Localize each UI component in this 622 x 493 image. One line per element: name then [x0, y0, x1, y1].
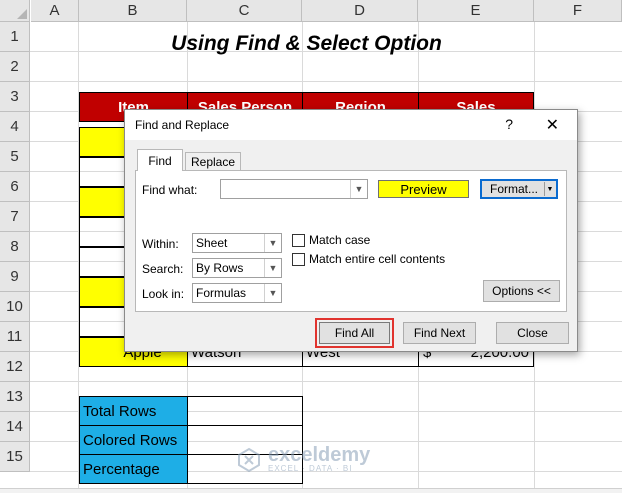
chevron-down-icon[interactable]: ▼: [264, 284, 281, 302]
column-header-f[interactable]: F: [534, 0, 622, 22]
summary-label-total-rows[interactable]: Total Rows: [79, 396, 188, 426]
help-icon[interactable]: ?: [505, 116, 513, 132]
look-in-select[interactable]: Formulas ▼: [192, 283, 282, 303]
match-entire-label: Match entire cell contents: [309, 252, 446, 266]
row-header-2[interactable]: 2: [0, 52, 30, 82]
within-value: Sheet: [196, 236, 228, 250]
format-button[interactable]: Format... ▼: [480, 179, 558, 199]
format-button-label: Format...: [490, 182, 539, 196]
search-label: Search:: [142, 262, 184, 276]
row-header-6[interactable]: 6: [0, 172, 30, 202]
within-label: Within:: [142, 237, 179, 251]
row-header-9[interactable]: 9: [0, 262, 30, 292]
row-header-5[interactable]: 5: [0, 142, 30, 172]
tab-replace[interactable]: Replace: [185, 152, 241, 171]
search-select[interactable]: By Rows ▼: [192, 258, 282, 278]
match-case-checkbox[interactable]: Match case: [292, 233, 370, 247]
column-header-c[interactable]: C: [187, 0, 302, 22]
summary-label-percentage[interactable]: Percentage: [79, 454, 188, 484]
exceldemy-logo-icon: [238, 447, 260, 472]
dialog-titlebar[interactable]: Find and Replace ? ✕: [125, 110, 577, 140]
chevron-down-icon[interactable]: ▼: [264, 234, 281, 252]
chevron-down-icon[interactable]: ▼: [544, 182, 555, 196]
row-header-13[interactable]: 13: [0, 382, 30, 412]
row-header-1[interactable]: 1: [0, 22, 30, 52]
row-header-4[interactable]: 4: [0, 112, 30, 142]
summary-label-colored-rows[interactable]: Colored Rows: [79, 425, 188, 455]
column-header-a[interactable]: A: [31, 0, 79, 22]
column-header-d[interactable]: D: [302, 0, 418, 22]
format-preview: Preview: [378, 180, 469, 198]
summary-value-total-rows[interactable]: [187, 396, 303, 426]
close-icon[interactable]: ✕: [546, 115, 559, 135]
exceldemy-watermark: exceldemy EXCEL · DATA · BI: [236, 444, 371, 473]
find-next-button[interactable]: Find Next: [403, 322, 476, 344]
column-header-b[interactable]: B: [79, 0, 187, 22]
look-in-value: Formulas: [196, 286, 247, 300]
watermark-name: exceldemy: [268, 444, 371, 466]
select-all-corner[interactable]: [0, 0, 30, 22]
chevron-down-icon[interactable]: ▼: [264, 259, 281, 277]
chevron-down-icon[interactable]: ▼: [350, 180, 367, 198]
within-select[interactable]: Sheet ▼: [192, 233, 282, 253]
row-header-14[interactable]: 14: [0, 412, 30, 442]
row-header-12[interactable]: 12: [0, 352, 30, 382]
search-value: By Rows: [196, 261, 244, 275]
find-what-label: Find what:: [142, 183, 198, 197]
dialog-title: Find and Replace: [135, 118, 230, 132]
sheet-title: Using Find & Select Option: [171, 32, 442, 55]
row-header-10[interactable]: 10: [0, 292, 30, 322]
row-header-3[interactable]: 3: [0, 82, 30, 112]
look-in-label: Look in:: [142, 287, 185, 301]
match-entire-cell-checkbox[interactable]: Match entire cell contents: [292, 252, 445, 266]
find-replace-dialog: Find and Replace ? ✕ Find Replace Find w…: [124, 109, 578, 352]
tab-find[interactable]: Find: [137, 149, 183, 171]
row-header-8[interactable]: 8: [0, 232, 30, 262]
find-all-button[interactable]: Find All: [319, 322, 390, 344]
find-what-input[interactable]: ▼: [220, 179, 368, 199]
options-button[interactable]: Options <<: [483, 280, 560, 302]
checkbox-box[interactable]: [292, 252, 305, 266]
match-case-label: Match case: [309, 233, 371, 247]
row-header-7[interactable]: 7: [0, 202, 30, 232]
close-button[interactable]: Close: [496, 322, 569, 344]
row-header-11[interactable]: 11: [0, 322, 30, 352]
checkbox-box[interactable]: [292, 233, 305, 247]
horizontal-scrollbar[interactable]: [0, 488, 622, 493]
column-header-e[interactable]: E: [418, 0, 534, 22]
row-header-15[interactable]: 15: [0, 442, 30, 472]
